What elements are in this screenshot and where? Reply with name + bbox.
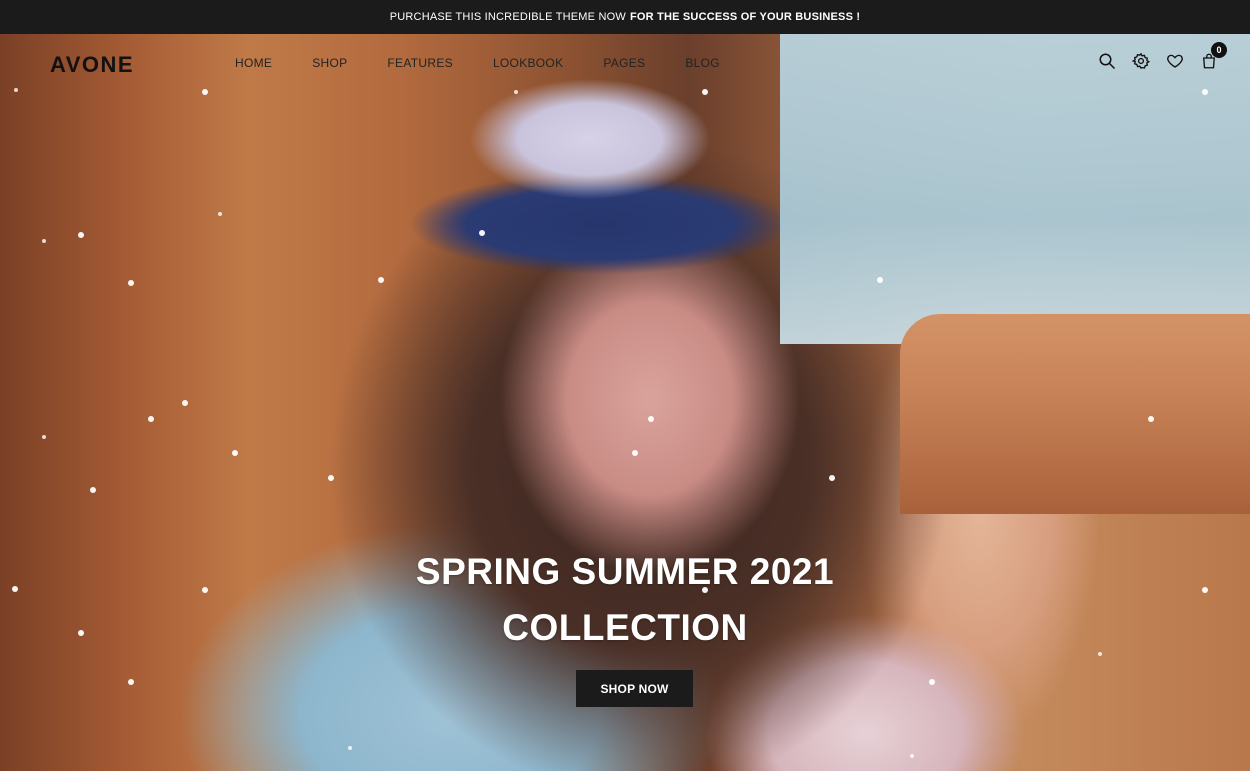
snowflake: [648, 416, 654, 422]
snowflake: [479, 230, 485, 236]
hero-background-rail: [900, 314, 1250, 514]
cart-icon[interactable]: 0: [1200, 42, 1227, 70]
settings-icon[interactable]: [1132, 52, 1150, 70]
cart-count-badge: 0: [1211, 42, 1227, 58]
hero-banner: [0, 34, 1250, 771]
snowflake: [348, 746, 352, 750]
shop-now-button[interactable]: SHOP NOW: [576, 670, 693, 707]
snowflake: [78, 232, 84, 238]
site-header: AVONE HOME SHOP FEATURES LOOKBOOK PAGES …: [0, 34, 1250, 94]
snowflake: [632, 450, 638, 456]
nav-home[interactable]: HOME: [235, 56, 272, 70]
hero-title-line2: COLLECTION: [502, 607, 748, 648]
snowflake: [218, 212, 222, 216]
announcement-text: PURCHASE THIS INCREDIBLE THEME NOW: [389, 11, 626, 23]
snowflake: [148, 416, 154, 422]
announcement-bar: PURCHASE THIS INCREDIBLE THEME NOW FOR T…: [0, 0, 1250, 34]
snowflake: [1148, 416, 1154, 422]
snowflake: [829, 475, 835, 481]
snowflake: [877, 277, 883, 283]
nav-pages[interactable]: PAGES: [603, 56, 645, 70]
snowflake: [182, 400, 188, 406]
hero-title-line1: SPRING SUMMER 2021: [415, 551, 835, 592]
snowflake: [378, 277, 384, 283]
snowflake: [1098, 652, 1102, 656]
main-nav: HOME SHOP FEATURES LOOKBOOK PAGES BLOG: [235, 56, 760, 70]
snowflake: [42, 435, 46, 439]
snowflake: [910, 754, 914, 758]
nav-features[interactable]: FEATURES: [387, 56, 453, 70]
snowflake: [328, 475, 334, 481]
search-icon[interactable]: [1098, 52, 1116, 70]
nav-shop[interactable]: SHOP: [312, 56, 347, 70]
snowflake: [128, 679, 134, 685]
nav-blog[interactable]: BLOG: [685, 56, 720, 70]
snowflake: [128, 280, 134, 286]
snowflake: [90, 487, 96, 493]
snowflake: [42, 239, 46, 243]
announcement-bold-text: FOR THE SUCCESS OF YOUR BUSINESS !: [629, 11, 861, 23]
site-logo[interactable]: AVONE: [50, 52, 134, 78]
snowflake: [232, 450, 238, 456]
header-icons: 0: [1098, 42, 1227, 70]
nav-lookbook[interactable]: LOOKBOOK: [493, 56, 563, 70]
heart-icon[interactable]: [1166, 52, 1184, 70]
snowflake: [929, 679, 935, 685]
